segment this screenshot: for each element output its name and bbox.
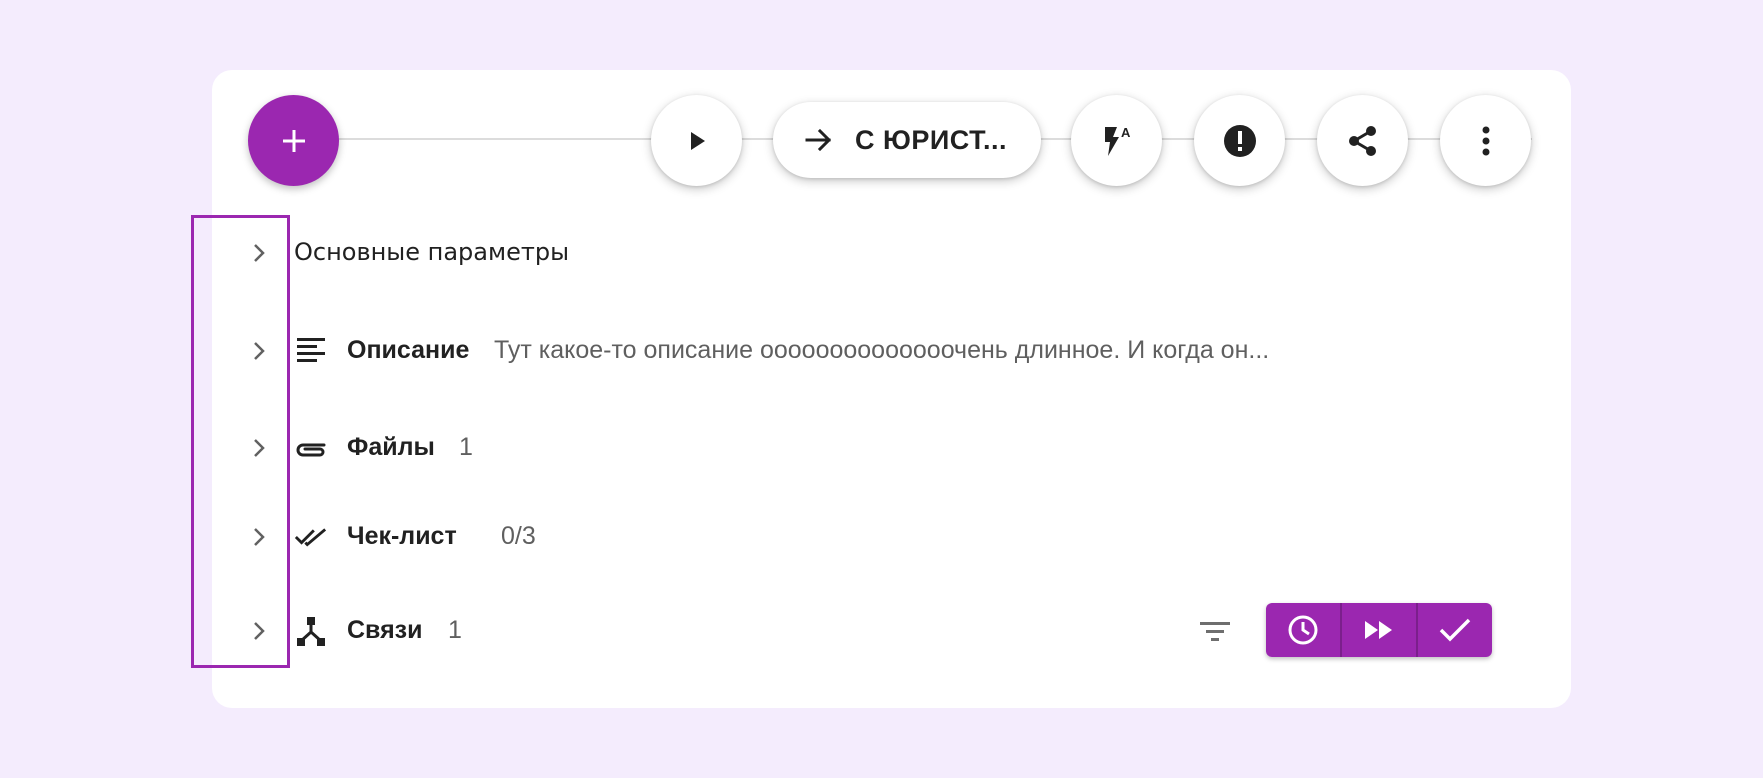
chevron-right-icon[interactable] <box>240 332 278 370</box>
section-title-files: Файлы <box>347 433 435 461</box>
chevron-right-icon[interactable] <box>240 429 278 467</box>
description-icon <box>294 334 328 368</box>
filter-icon[interactable] <box>1196 614 1234 648</box>
skip-button[interactable] <box>1340 603 1416 657</box>
more-button[interactable] <box>1440 95 1531 186</box>
section-title-main-params: Основные параметры <box>294 238 570 266</box>
links-icon <box>294 614 328 648</box>
chevron-right-icon[interactable] <box>240 612 278 650</box>
fast-forward-icon <box>1365 621 1392 639</box>
more-vertical-icon <box>1482 126 1489 155</box>
add-button[interactable] <box>248 95 339 186</box>
check-icon <box>1439 618 1471 642</box>
automation-button[interactable]: A <box>1071 95 1162 186</box>
section-links[interactable] <box>240 611 278 651</box>
share-icon <box>1348 125 1376 156</box>
flash-auto-icon: A <box>1104 125 1131 156</box>
checklist-progress: 0/3 <box>501 522 536 550</box>
postpone-button[interactable] <box>1266 603 1340 657</box>
description-preview: Тут какое-то описание оооооооооооооочень… <box>494 336 1270 364</box>
section-title-description: Описание <box>347 336 470 364</box>
section-checklist[interactable] <box>240 517 278 557</box>
section-title-links: Связи <box>347 616 423 644</box>
double-check-icon <box>294 520 328 554</box>
quick-actions <box>1266 603 1492 657</box>
start-button[interactable] <box>651 95 742 186</box>
files-count: 1 <box>459 433 473 461</box>
alert-circle-icon <box>1223 124 1256 157</box>
clock-icon <box>1288 615 1318 645</box>
links-count: 1 <box>448 616 462 644</box>
play-icon <box>690 131 705 150</box>
priority-button[interactable] <box>1194 95 1285 186</box>
chevron-right-icon[interactable] <box>240 234 278 272</box>
status-button[interactable]: С ЮРИСТ... <box>773 102 1041 178</box>
plus-icon <box>282 129 305 152</box>
section-files[interactable] <box>240 428 278 468</box>
section-title-checklist: Чек-лист <box>347 522 457 550</box>
status-label: С ЮРИСТ... <box>855 124 1008 155</box>
section-description[interactable] <box>240 331 278 371</box>
svg-text:A: A <box>1121 125 1131 140</box>
complete-button[interactable] <box>1416 603 1492 657</box>
paperclip-icon <box>294 431 328 465</box>
share-button[interactable] <box>1317 95 1408 186</box>
section-main-params[interactable] <box>240 233 278 273</box>
arrow-right-icon <box>803 124 835 156</box>
chevron-right-icon[interactable] <box>240 518 278 556</box>
